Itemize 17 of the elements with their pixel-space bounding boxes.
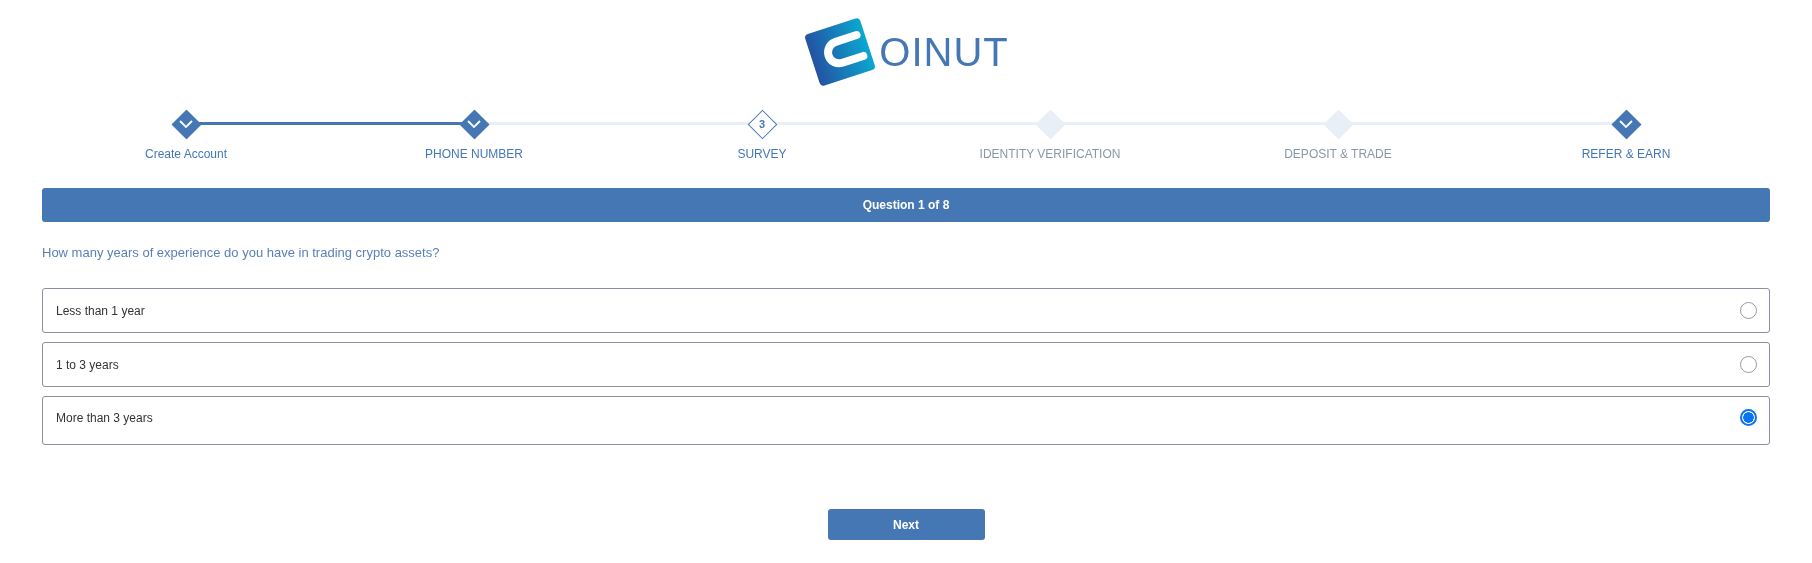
step-label: PHONE NUMBER [425,146,523,163]
next-button[interactable]: Next [827,509,985,540]
step-number: 3 [758,116,766,132]
step-label: IDENTITY VERIFICATION [979,146,1121,163]
question-header: Question 1 of 8 [42,188,1770,222]
option-label: 1 to 3 years [56,356,119,374]
answer-option[interactable]: 1 to 3 years [42,342,1770,387]
question-text: How many years of experience do you have in trading crypto assets? [42,245,440,260]
step-label: Create Account [144,146,228,163]
logo-text: OINUT [879,32,1009,72]
step-label: SURVEY [737,146,787,163]
step-label: DEPOSIT & TRADE [1284,146,1392,163]
step-label: REFER & EARN [1581,146,1671,163]
answer-option[interactable]: Less than 1 year [42,288,1770,333]
answer-option[interactable]: More than 3 years [42,396,1770,445]
option-label: Less than 1 year [56,302,145,320]
option-label: More than 3 years [56,410,153,427]
